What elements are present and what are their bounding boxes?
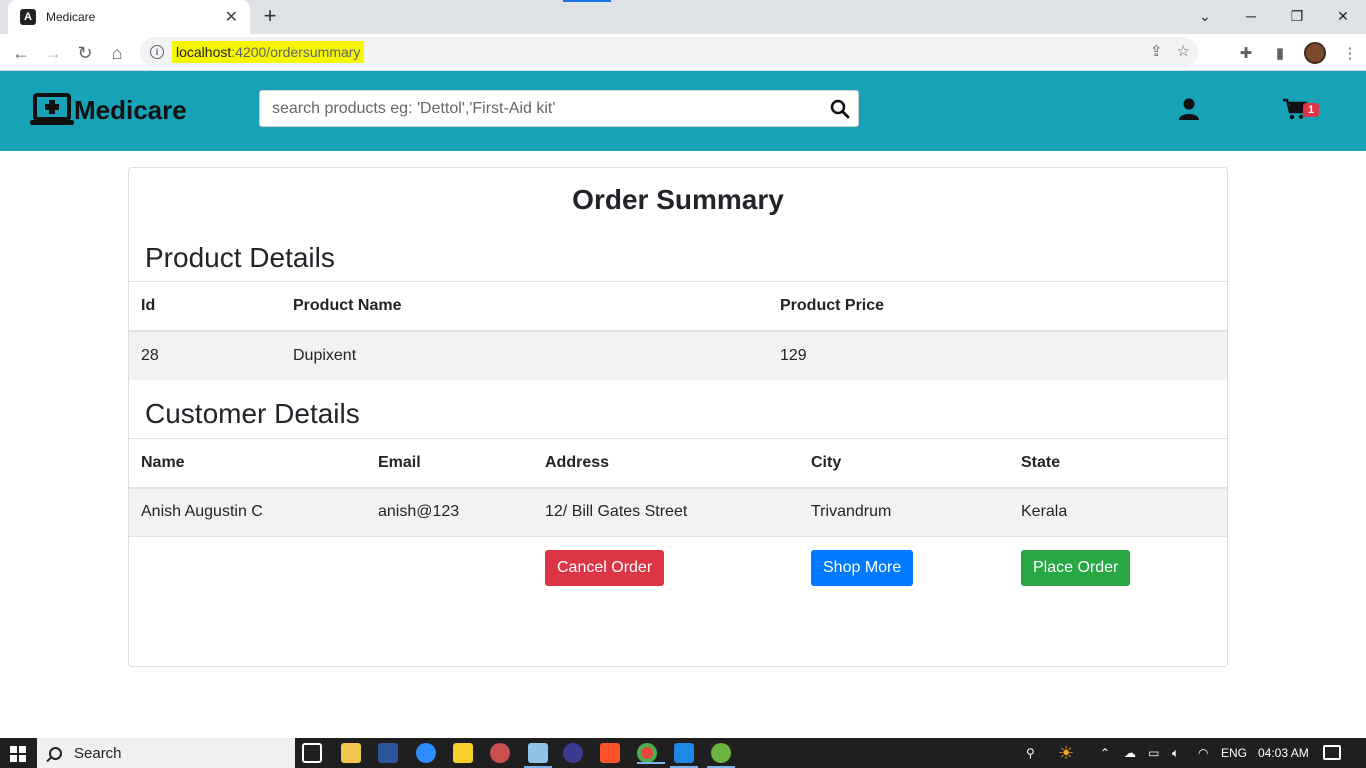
browser-toolbar: ← → ↻ ⌂ i localhost:4200/ordersummary ⇪ … bbox=[0, 34, 1366, 71]
browser-menu-icon[interactable]: ⋮ bbox=[1340, 43, 1360, 63]
customer-address-cell: 12/ Bill Gates Street bbox=[533, 487, 799, 537]
windows-start-icon[interactable] bbox=[10, 746, 26, 762]
wifi-icon[interactable]: ◠ bbox=[1198, 738, 1208, 768]
browser-tab-medicare[interactable]: A Medicare ✕ bbox=[8, 0, 250, 34]
taskbar-search-label: Search bbox=[74, 744, 122, 762]
url-path: :4200/ordersummary bbox=[231, 44, 361, 60]
customer-details-heading: Customer Details bbox=[145, 398, 360, 429]
customer-email-cell: anish@123 bbox=[366, 487, 533, 537]
tab-loading-indicator bbox=[563, 0, 611, 2]
tray-chevron-icon[interactable]: ⌃ bbox=[1100, 738, 1110, 768]
notification-icon[interactable] bbox=[1323, 745, 1341, 760]
tab-search-chevron-icon[interactable]: ⌄ bbox=[1182, 2, 1228, 30]
word-icon[interactable] bbox=[378, 743, 398, 763]
column-header-product-price: Product Price bbox=[768, 281, 1227, 332]
column-header-email: Email bbox=[366, 438, 533, 489]
brand-logo[interactable]: Medicare bbox=[30, 93, 187, 127]
brand-name: Medicare bbox=[74, 94, 187, 125]
product-details-heading: Product Details bbox=[145, 242, 335, 273]
customer-name-cell: Anish Augustin C bbox=[129, 487, 366, 537]
empty-cell bbox=[366, 536, 533, 599]
empty-cell bbox=[129, 536, 366, 599]
file-explorer-icon[interactable] bbox=[341, 743, 361, 763]
customer-table: Name Email Address City State Anish Augu… bbox=[129, 438, 1227, 599]
column-header-product-name: Product Name bbox=[281, 281, 768, 332]
share-icon[interactable]: ⇪ bbox=[1150, 42, 1163, 60]
bookmark-star-icon[interactable]: ☆ bbox=[1177, 42, 1190, 60]
app-icon[interactable] bbox=[563, 743, 583, 763]
user-icon[interactable] bbox=[1178, 98, 1200, 120]
table-row: Anish Augustin C anish@123 12/ Bill Gate… bbox=[129, 487, 1227, 537]
spring-tool-icon[interactable] bbox=[707, 743, 735, 768]
product-name-cell: Dupixent bbox=[281, 330, 768, 380]
column-header-address: Address bbox=[533, 438, 799, 489]
vscode-icon[interactable] bbox=[670, 743, 698, 768]
address-bar[interactable]: i localhost:4200/ordersummary ⇪ ☆ bbox=[140, 37, 1198, 67]
taskbar-search-box[interactable]: Search bbox=[37, 738, 295, 768]
home-icon[interactable]: ⌂ bbox=[104, 40, 130, 66]
onedrive-icon[interactable]: ☁ bbox=[1124, 738, 1136, 768]
angular-favicon-icon: A bbox=[20, 9, 36, 25]
table-row: 28 Dupixent 129 bbox=[129, 330, 1227, 380]
clock[interactable]: 04:03 AM bbox=[1258, 738, 1309, 768]
tab-close-icon[interactable]: ✕ bbox=[225, 7, 238, 27]
tab-title: Medicare bbox=[46, 10, 96, 24]
column-header-state: State bbox=[1009, 438, 1227, 489]
customer-city-cell: Trivandrum bbox=[799, 487, 1009, 537]
product-table: Id Product Name Product Price 28 Dupixen… bbox=[129, 281, 1227, 380]
product-search bbox=[259, 90, 859, 127]
app-navbar: Medicare 1 bbox=[0, 71, 1366, 151]
restore-button[interactable]: ❐ bbox=[1274, 2, 1320, 30]
order-summary-card: Order Summary Product Details Id Product… bbox=[128, 167, 1228, 667]
action-row: Cancel Order Shop More Place Order bbox=[129, 536, 1227, 599]
search-input[interactable] bbox=[260, 91, 858, 126]
column-header-name: Name bbox=[129, 438, 366, 489]
cancel-order-button[interactable]: Cancel Order bbox=[545, 549, 665, 586]
forward-arrow-icon[interactable]: → bbox=[40, 40, 66, 66]
weather-icon[interactable]: ☀ bbox=[1058, 738, 1074, 768]
brave-icon[interactable] bbox=[600, 743, 620, 763]
close-window-button[interactable]: ✕ bbox=[1320, 2, 1366, 30]
search-icon[interactable] bbox=[830, 99, 850, 119]
customer-state-cell: Kerala bbox=[1009, 487, 1227, 537]
cart-button[interactable]: 1 bbox=[1283, 98, 1323, 122]
magnifier-icon bbox=[49, 746, 62, 760]
site-info-icon[interactable]: i bbox=[150, 45, 164, 59]
url-text: localhost:4200/ordersummary bbox=[172, 41, 365, 63]
shop-more-button[interactable]: Shop More bbox=[811, 549, 914, 586]
language-indicator[interactable]: ENG bbox=[1221, 738, 1247, 768]
minimize-button[interactable]: ─ bbox=[1228, 2, 1274, 30]
new-tab-button[interactable]: + bbox=[258, 5, 282, 29]
place-order-button[interactable]: Place Order bbox=[1021, 549, 1131, 586]
zoom-icon[interactable] bbox=[416, 743, 436, 763]
cart-count-badge: 1 bbox=[1303, 103, 1320, 117]
extensions-puzzle-icon[interactable]: ✚ bbox=[1236, 43, 1256, 63]
column-header-city: City bbox=[799, 438, 1009, 489]
battery-icon[interactable]: ▭ bbox=[1148, 738, 1159, 768]
cancel-cell: Cancel Order bbox=[533, 536, 799, 599]
sticky-notes-icon[interactable] bbox=[453, 743, 473, 763]
page-title: Order Summary bbox=[572, 184, 784, 215]
product-price-cell: 129 bbox=[768, 330, 1227, 380]
side-panel-icon[interactable]: ▮ bbox=[1270, 43, 1290, 63]
product-id-cell: 28 bbox=[129, 330, 281, 380]
windows-taskbar: Search ⚲ ☀ ⌃ ☁ ▭ 🔈︎ ◠ ENG 04:03 AM bbox=[0, 738, 1366, 768]
chrome-icon[interactable] bbox=[637, 743, 665, 764]
browser-tab-strip: A Medicare ✕ + ⌄ ─ ❐ ✕ bbox=[0, 0, 1366, 34]
place-cell: Place Order bbox=[1009, 536, 1227, 599]
people-icon[interactable]: ⚲ bbox=[1026, 738, 1035, 768]
laptop-medical-icon bbox=[30, 93, 74, 125]
app-icon[interactable] bbox=[490, 743, 510, 763]
shop-cell: Shop More bbox=[799, 536, 1009, 599]
profile-avatar[interactable] bbox=[1304, 42, 1326, 64]
task-view-icon[interactable] bbox=[302, 743, 322, 763]
url-host: localhost bbox=[176, 44, 232, 60]
notepad-icon[interactable] bbox=[524, 743, 552, 768]
column-header-id: Id bbox=[129, 281, 281, 332]
back-arrow-icon[interactable]: ← bbox=[8, 40, 34, 66]
reload-icon[interactable]: ↻ bbox=[72, 40, 98, 66]
volume-icon[interactable]: 🔈︎ bbox=[1172, 738, 1179, 768]
